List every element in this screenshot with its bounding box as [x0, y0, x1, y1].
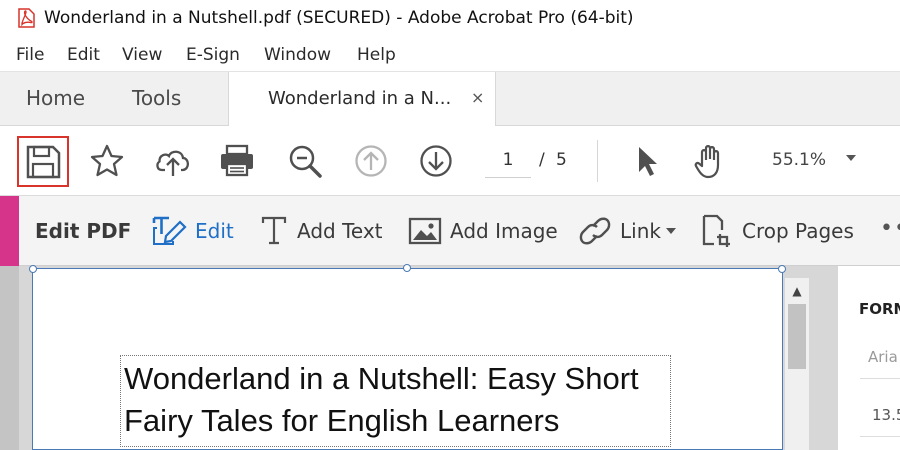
previous-page-button[interactable] — [351, 142, 391, 180]
save-icon — [26, 145, 61, 179]
next-page-button[interactable] — [416, 142, 456, 180]
close-tab-button[interactable]: × — [471, 88, 484, 107]
format-heading: FORM — [859, 300, 900, 318]
crop-pages-label: Crop Pages — [742, 219, 854, 243]
text-t-icon — [261, 216, 287, 245]
font-family-field[interactable]: Aria — [868, 348, 898, 366]
resize-handle-top-left[interactable] — [29, 265, 37, 273]
zoom-level[interactable]: 55.1% — [772, 150, 826, 170]
link-button[interactable]: Link — [578, 214, 676, 248]
edit-pdf-accent — [0, 196, 19, 266]
pdf-page[interactable]: Wonderland in a Nutshell: Easy Short Fai… — [29, 264, 786, 450]
resize-handle-top-right[interactable] — [778, 265, 786, 273]
link-chain-icon — [579, 217, 611, 245]
document-title-line-2: Fairy Tales for English Learners — [124, 403, 560, 438]
crop-pages-button[interactable]: Crop Pages — [700, 214, 854, 248]
resize-handle-top-center[interactable] — [403, 264, 411, 272]
font-field-underline — [860, 378, 900, 379]
title-text-box[interactable]: Wonderland in a Nutshell: Easy Short Fai… — [120, 355, 671, 447]
size-field-underline — [860, 436, 900, 437]
previous-page-icon — [355, 145, 387, 177]
navigation-pane-edge — [0, 266, 19, 450]
menu-file[interactable]: File — [16, 45, 44, 65]
upload-button[interactable] — [153, 142, 193, 180]
hand-tool-button[interactable] — [691, 142, 731, 180]
add-image-label: Add Image — [450, 219, 558, 243]
hand-tool-icon — [694, 145, 720, 179]
select-tool-button[interactable] — [626, 142, 666, 180]
document-title: Wonderland in a Nutshell: Easy Short Fai… — [124, 358, 639, 442]
tab-home[interactable]: Home — [26, 86, 85, 110]
document-workspace: Wonderland in a Nutshell: Easy Short Fai… — [0, 264, 900, 450]
scroll-thumb[interactable] — [788, 304, 806, 369]
acrobat-pdf-icon — [18, 8, 35, 28]
menu-view[interactable]: View — [122, 45, 162, 65]
edit-text-icon — [152, 216, 187, 245]
format-panel: FORM Aria 13.5 — [838, 266, 900, 450]
print-icon — [221, 144, 253, 177]
font-size-field[interactable]: 13.5 — [872, 406, 900, 424]
window-titlebar: Wonderland in a Nutshell.pdf (SECURED) -… — [0, 0, 900, 38]
crop-pages-icon — [702, 214, 730, 247]
toolbar-divider — [597, 140, 598, 182]
tab-document[interactable]: Wonderland in a N... × — [228, 72, 496, 127]
edit-pdf-label: Edit PDF — [35, 219, 132, 243]
document-title-line-1: Wonderland in a Nutshell: Easy Short — [124, 361, 639, 396]
select-pointer-icon — [639, 147, 657, 176]
zoom-dropdown-icon[interactable] — [846, 155, 856, 161]
link-label: Link — [620, 219, 661, 243]
edit-pdf-toolbar: Edit PDF Edit Add Text Add Image Link Cr… — [0, 196, 900, 266]
tab-row: Home Tools Wonderland in a N... × — [0, 72, 900, 127]
main-toolbar: 1 / 5 55.1% — [0, 126, 900, 196]
tab-tools[interactable]: Tools — [132, 86, 181, 110]
link-dropdown-icon[interactable] — [665, 228, 676, 234]
next-page-icon — [420, 145, 452, 177]
add-image-button[interactable]: Add Image — [408, 214, 558, 248]
scroll-up-arrow-icon[interactable]: ▲ — [785, 284, 809, 300]
cloud-upload-icon — [156, 150, 190, 176]
edit-label: Edit — [195, 219, 234, 243]
bookmark-star-button[interactable] — [87, 142, 127, 180]
edit-button[interactable]: Edit — [151, 214, 234, 248]
document-tab-label: Wonderland in a N... — [268, 88, 452, 109]
menu-esign[interactable]: E-Sign — [186, 45, 240, 65]
save-button[interactable] — [17, 136, 69, 187]
vertical-scrollbar[interactable]: ▲ — [785, 278, 809, 450]
bookmark-star-icon — [90, 144, 124, 177]
more-tools-button[interactable]: •• — [880, 216, 900, 241]
page-total: 5 — [556, 150, 567, 170]
image-icon — [408, 217, 442, 245]
menu-bar: File Edit View E-Sign Window Help — [0, 38, 900, 72]
print-button[interactable] — [217, 142, 257, 180]
menu-window[interactable]: Window — [264, 45, 331, 65]
menu-edit[interactable]: Edit — [67, 45, 100, 65]
zoom-out-button[interactable] — [285, 142, 325, 180]
page-separator: / — [539, 150, 545, 170]
add-text-button[interactable]: Add Text — [259, 214, 383, 248]
zoom-out-icon — [289, 145, 322, 178]
window-title: Wonderland in a Nutshell.pdf (SECURED) -… — [44, 8, 634, 28]
menu-help[interactable]: Help — [357, 45, 396, 65]
add-text-label: Add Text — [297, 219, 383, 243]
page-number-input[interactable]: 1 — [485, 142, 531, 178]
